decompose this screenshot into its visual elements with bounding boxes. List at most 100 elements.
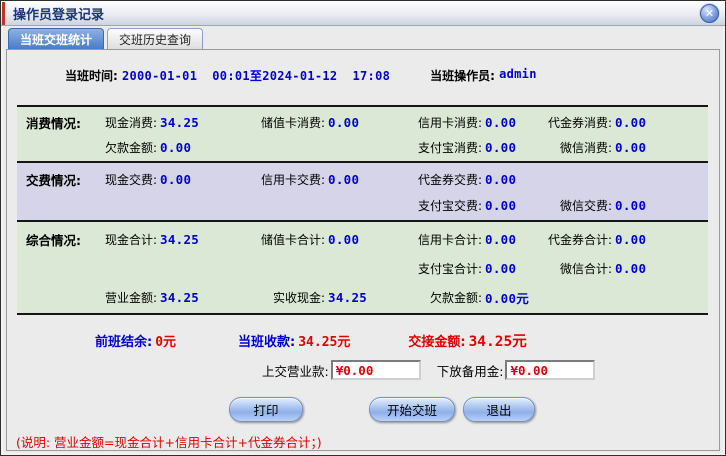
explanation-note: (说明: 营业金额=现金合计+信用卡合计+代金券合计；) xyxy=(16,432,719,451)
start-handover-button[interactable]: 开始交班 xyxy=(369,397,455,422)
section-title: 综合情况: xyxy=(17,230,95,249)
field-label: 信用卡交费: xyxy=(245,171,325,188)
consumption-row-1: 消费情况: 现金消费:34.25 储值卡消费:0.00 信用卡消费:0.00 代… xyxy=(17,110,708,135)
turn-in-label: 上交营业款: xyxy=(262,361,329,380)
field-label: 微信交费: xyxy=(532,197,612,214)
field-value: 0.00 xyxy=(160,140,191,155)
field-alipay-pay: 支付宝交费:0.00 xyxy=(402,197,532,214)
field-arrears-total: 欠款金额:0.00元 xyxy=(402,288,532,307)
exit-button[interactable]: 退出 xyxy=(463,397,535,422)
field-label: 支付宝合计: xyxy=(402,260,482,277)
section-payment: 交费情况: 现金交费:0.00 信用卡交费:0.00 代金券交费:0.00 支付… xyxy=(17,161,708,220)
handover-amount-value: 34.25元 xyxy=(469,330,527,351)
prev-balance-label: 前班结余: xyxy=(95,331,152,350)
print-button[interactable]: 打印 xyxy=(229,397,303,422)
field-label: 支付宝交费: xyxy=(402,197,482,214)
operator-value: admin xyxy=(499,67,537,81)
field-label: 现金合计: xyxy=(95,231,157,248)
field-value: 34.25 xyxy=(160,290,199,305)
operator-login-record-window: 操作员登录记录 ✕ 当班交班统计 交班历史查询 当班时间: 2000-01-01… xyxy=(0,0,726,456)
field-value: 0.00 xyxy=(328,232,359,247)
field-wechat-pay: 微信交费:0.00 xyxy=(532,197,712,214)
field-value: 34.25 xyxy=(328,290,367,305)
field-creditcard-pay: 信用卡交费:0.00 xyxy=(245,171,402,188)
field-label: 欠款金额: xyxy=(95,139,157,156)
shift-received-label: 当班收款: xyxy=(238,331,295,350)
field-value: 0.00 xyxy=(615,115,646,130)
field-value: 0.00 xyxy=(485,261,516,276)
field-value: 34.25 xyxy=(160,115,199,130)
field-cash-total: 现金合计:34.25 xyxy=(95,231,245,248)
field-value: 0.00 xyxy=(485,198,516,213)
field-label: 信用卡合计: xyxy=(402,231,482,248)
section-consumption: 消费情况: 现金消费:34.25 储值卡消费:0.00 信用卡消费:0.00 代… xyxy=(17,105,708,161)
turn-in-input[interactable] xyxy=(331,360,421,380)
field-business-amount: 营业金额:34.25 xyxy=(95,289,245,306)
field-label: 储值卡合计: xyxy=(245,231,325,248)
field-value: 0.00 xyxy=(615,232,646,247)
field-value: 0.00元 xyxy=(485,288,529,307)
shift-time-label: 当班时间: xyxy=(65,67,122,84)
tab-current-shift-stats[interactable]: 当班交班统计 xyxy=(8,28,104,49)
field-wechat-total: 微信合计:0.00 xyxy=(532,260,712,277)
section-title: 消费情况: xyxy=(17,113,95,132)
field-actual-cash: 实收现金:34.25 xyxy=(245,289,402,306)
tab-handover-history[interactable]: 交班历史查询 xyxy=(107,28,203,49)
field-label: 支付宝消费: xyxy=(402,139,482,156)
reserve-fund-input[interactable] xyxy=(505,360,595,380)
field-wechat-consume: 微信消费:0.00 xyxy=(532,139,712,156)
field-storedcard-total: 储值卡合计:0.00 xyxy=(245,231,402,248)
close-button[interactable]: ✕ xyxy=(700,4,719,23)
tab-panel: 当班时间: 2000-01-01 00:01至2024-01-12 17:08 … xyxy=(6,49,720,451)
field-value: 0.00 xyxy=(328,115,359,130)
field-arrears-amount: 欠款金额:0.00 xyxy=(95,139,245,156)
tab-strip: 当班交班统计 交班历史查询 xyxy=(1,26,725,49)
prev-balance-value: 0元 xyxy=(155,331,176,350)
field-alipay-total: 支付宝合计:0.00 xyxy=(402,260,532,277)
shift-time-value: 2000-01-01 00:01至2024-01-12 17:08 xyxy=(122,67,390,84)
title-bar: 操作员登录记录 ✕ xyxy=(1,1,725,26)
window-title: 操作员登录记录 xyxy=(13,4,104,23)
window-accent-icon xyxy=(2,2,5,25)
totals-row-1: 综合情况: 现金合计:34.25 储值卡合计:0.00 信用卡合计:0.00 代… xyxy=(17,225,708,254)
field-voucher-pay: 代金券交费:0.00 xyxy=(402,171,532,188)
field-cash-pay: 现金交费:0.00 xyxy=(95,171,245,188)
field-label: 营业金额: xyxy=(95,289,157,306)
field-value: 0.00 xyxy=(615,261,646,276)
close-icon: ✕ xyxy=(705,7,714,20)
section-totals: 综合情况: 现金合计:34.25 储值卡合计:0.00 信用卡合计:0.00 代… xyxy=(17,220,708,315)
operator-label: 当班操作员: xyxy=(430,67,499,84)
field-storedcard-consume: 储值卡消费:0.00 xyxy=(245,114,402,131)
field-label: 代金券交费: xyxy=(402,171,482,188)
field-label: 代金券合计: xyxy=(532,231,612,248)
field-cash-consume: 现金消费:34.25 xyxy=(95,114,245,131)
field-value: 34.25 xyxy=(160,232,199,247)
field-value: 0.00 xyxy=(485,140,516,155)
totals-row-2: 支付宝合计:0.00 微信合计:0.00 xyxy=(17,254,708,283)
field-value: 0.00 xyxy=(485,172,516,187)
field-label: 实收现金: xyxy=(245,289,325,306)
field-voucher-consume: 代金券消费:0.00 xyxy=(532,114,712,131)
shift-received-value: 34.25元 xyxy=(298,331,350,350)
field-value: 0.00 xyxy=(615,140,646,155)
field-label: 现金消费: xyxy=(95,114,157,131)
consumption-row-2: 欠款金额:0.00 支付宝消费:0.00 微信消费:0.00 xyxy=(17,135,708,160)
reserve-fund-label: 下放备用金: xyxy=(437,361,504,380)
field-label: 微信合计: xyxy=(532,260,612,277)
summary-row: 前班结余: 0元 当班收款: 34.25元 交接金额: 34.25元 xyxy=(95,330,719,351)
payment-row-2: 支付宝交费:0.00 微信交费:0.00 xyxy=(17,192,708,218)
payment-row-1: 交费情况: 现金交费:0.00 信用卡交费:0.00 代金券交费:0.00 xyxy=(17,166,708,192)
field-value: 0.00 xyxy=(615,198,646,213)
field-creditcard-consume: 信用卡消费:0.00 xyxy=(402,114,532,131)
field-alipay-consume: 支付宝消费:0.00 xyxy=(402,139,532,156)
field-voucher-total: 代金券合计:0.00 xyxy=(532,231,712,248)
handover-amount-label: 交接金额: xyxy=(408,331,465,350)
field-value: 0.00 xyxy=(485,115,516,130)
totals-row-3: 营业金额:34.25 实收现金:34.25 欠款金额:0.00元 xyxy=(17,283,708,312)
field-label: 欠款金额: xyxy=(402,289,482,306)
field-label: 微信消费: xyxy=(532,139,612,156)
field-label: 信用卡消费: xyxy=(402,114,482,131)
buttons-row: 打印 开始交班 退出 xyxy=(7,397,719,422)
field-creditcard-total: 信用卡合计:0.00 xyxy=(402,231,532,248)
field-value: 0.00 xyxy=(485,232,516,247)
